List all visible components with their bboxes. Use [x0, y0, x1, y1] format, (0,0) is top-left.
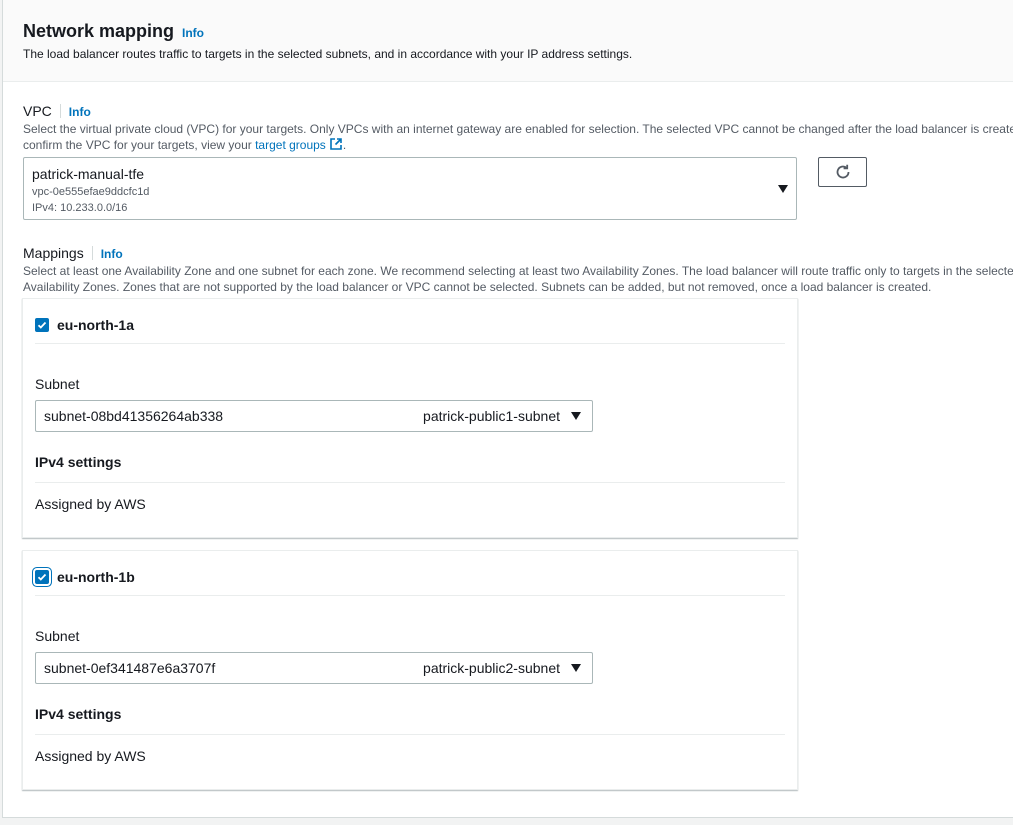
- zone-checkbox[interactable]: [35, 318, 49, 332]
- zone-header: eu-north-1a: [35, 315, 785, 344]
- vpc-select[interactable]: patrick-manual-tfe vpc-0e555efae9ddcfc1d…: [23, 157, 797, 220]
- zone-name: eu-north-1a: [57, 317, 134, 333]
- vpc-description-line2: confirm the VPC for your targets, view y…: [23, 137, 1013, 155]
- ipv4-settings-heading: IPv4 settings: [35, 454, 785, 483]
- refresh-button[interactable]: [818, 157, 867, 187]
- vpc-id: vpc-0e555efae9ddcfc1d: [32, 186, 150, 198]
- caret-down-icon: [778, 185, 788, 193]
- check-icon: [37, 321, 47, 329]
- vpc-description-line1: Select the virtual private cloud (VPC) f…: [23, 122, 1013, 136]
- zone-card-eu-north-1a: eu-north-1a Subnet subnet-08bd41356264ab…: [22, 298, 798, 538]
- header-description: The load balancer routes traffic to targ…: [23, 47, 633, 61]
- vpc-label: VPC: [23, 103, 52, 119]
- vpc-description-suffix: .: [342, 138, 347, 152]
- mappings-description-line2: Availability Zones. Zones that are not s…: [23, 280, 932, 294]
- mappings-label-row: Mappings Info: [23, 245, 123, 262]
- zone-name: eu-north-1b: [57, 569, 135, 585]
- page-title: Network mapping Info: [23, 21, 204, 42]
- caret-down-icon: [571, 664, 581, 672]
- external-link-icon[interactable]: [329, 137, 343, 155]
- label-divider: [59, 104, 61, 119]
- ipv4-assigned-value: Assigned by AWS: [35, 496, 146, 512]
- vpc-name: patrick-manual-tfe: [32, 166, 145, 182]
- mappings-label: Mappings: [23, 245, 84, 261]
- subnet-label: Subnet: [35, 376, 80, 392]
- vpc-description: Select the virtual private cloud (VPC) f…: [23, 121, 1013, 155]
- subnet-id: subnet-08bd41356264ab338: [44, 408, 224, 424]
- vpc-description-text: confirm the VPC for your targets, view y…: [23, 138, 256, 152]
- subnet-name: patrick-public2-subnet: [423, 660, 560, 676]
- network-mapping-panel: Network mapping Info The load balancer ro…: [2, 0, 1013, 818]
- subnet-select[interactable]: subnet-0ef341487e6a3707f patrick-public2…: [35, 652, 593, 684]
- zone-header: eu-north-1b: [35, 567, 785, 596]
- vpc-info-link[interactable]: Info: [69, 105, 91, 119]
- subnet-label: Subnet: [35, 628, 80, 644]
- label-divider: [91, 246, 93, 261]
- zone-card-eu-north-1b: eu-north-1b Subnet subnet-0ef341487e6a37…: [22, 550, 798, 790]
- refresh-icon: [836, 164, 849, 179]
- title-text: Network mapping: [23, 21, 175, 41]
- target-groups-link[interactable]: target groups: [255, 138, 326, 152]
- subnet-id: subnet-0ef341487e6a3707f: [44, 660, 216, 676]
- vpc-label-row: VPC Info: [23, 103, 91, 120]
- subnet-select[interactable]: subnet-08bd41356264ab338 patrick-public1…: [35, 400, 593, 432]
- ipv4-settings-heading: IPv4 settings: [35, 706, 785, 735]
- zone-checkbox[interactable]: [35, 570, 49, 584]
- ipv4-assigned-value: Assigned by AWS: [35, 748, 146, 764]
- mappings-info-link[interactable]: Info: [101, 247, 123, 261]
- subnet-name: patrick-public1-subnet: [423, 408, 560, 424]
- mappings-description: Select at least one Availability Zone an…: [23, 263, 1013, 295]
- vpc-cidr: IPv4: 10.233.0.0/16: [32, 202, 128, 214]
- title-info-link[interactable]: Info: [182, 26, 204, 40]
- mappings-description-line1: Select at least one Availability Zone an…: [23, 264, 1013, 278]
- check-icon: [37, 573, 47, 581]
- panel-header: Network mapping Info The load balancer ro…: [3, 0, 1013, 82]
- caret-down-icon: [571, 412, 581, 420]
